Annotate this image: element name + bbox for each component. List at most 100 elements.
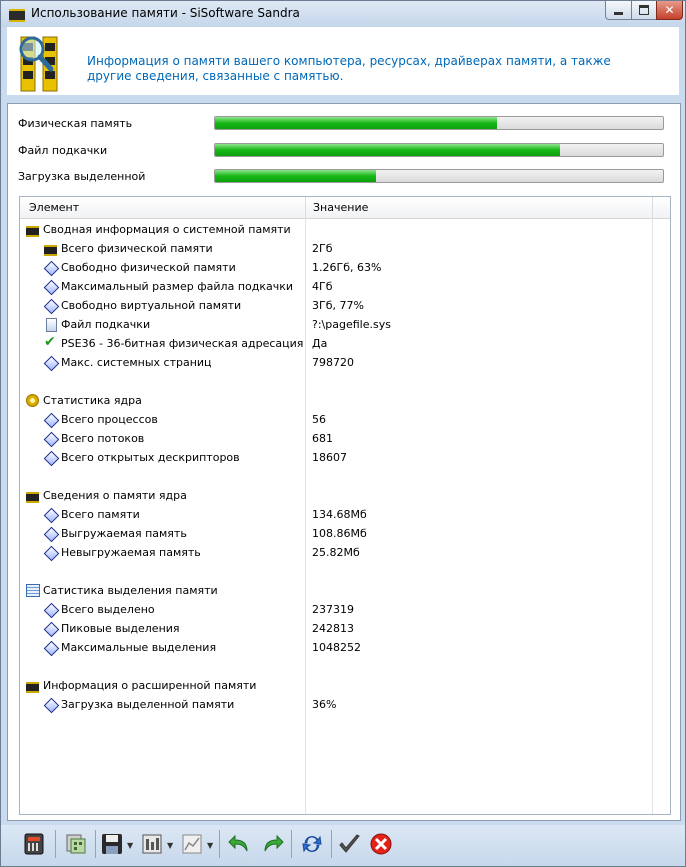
item-name: Всего памяти bbox=[61, 508, 140, 521]
table-icon bbox=[26, 584, 40, 597]
group-row[interactable]: Информация о расширенной памяти bbox=[20, 676, 652, 695]
list-item[interactable]: Всего памяти 134.68Мб bbox=[20, 505, 652, 524]
item-value: 237319 bbox=[312, 603, 354, 616]
item-name: Загрузка выделенной памяти bbox=[61, 698, 235, 711]
toolbar-separator bbox=[331, 830, 332, 858]
column-divider[interactable] bbox=[652, 197, 653, 218]
list-item[interactable]: ✔ PSE36 - 36-битная физическая адресация Д… bbox=[20, 334, 652, 353]
group-row[interactable]: Статистика ядра bbox=[20, 391, 652, 410]
group-row[interactable]: Сатистика выделения памяти bbox=[20, 581, 652, 600]
item-value: 681 bbox=[312, 432, 333, 445]
item-name: Всего потоков bbox=[61, 432, 145, 445]
list-item[interactable]: Невыгружаемая память 25.82Мб bbox=[20, 543, 652, 562]
toolbar-separator bbox=[219, 830, 220, 858]
column-header-item[interactable]: Элемент bbox=[29, 201, 79, 214]
list-item[interactable]: Всего процессов 56 bbox=[20, 410, 652, 429]
options-button[interactable] bbox=[139, 831, 165, 857]
toolbar-separator bbox=[55, 830, 56, 858]
diamond-icon bbox=[43, 621, 60, 638]
bar-label: Физическая память bbox=[18, 117, 133, 130]
minimize-button[interactable] bbox=[605, 1, 632, 20]
list-item[interactable]: Всего физической памяти 2Гб bbox=[20, 239, 652, 258]
report-button[interactable] bbox=[61, 831, 91, 857]
item-name: Пиковые выделения bbox=[61, 622, 180, 635]
memory-chip-icon bbox=[26, 682, 39, 693]
item-name: Максимальный размер файла подкачки bbox=[61, 280, 294, 293]
memory-magnifier-icon bbox=[19, 36, 58, 92]
item-name: Свободно физической памяти bbox=[61, 261, 236, 274]
title-bar[interactable]: Использование памяти - SiSoftware Sandra… bbox=[1, 1, 685, 27]
group-label: Сведения о памяти ядра bbox=[43, 489, 187, 502]
group-row[interactable]: Сведения о памяти ядра bbox=[20, 486, 652, 505]
close-icon: ✕ bbox=[664, 3, 675, 17]
progress-bar-track bbox=[214, 169, 664, 183]
ok-icon bbox=[339, 834, 360, 853]
chart-button[interactable] bbox=[179, 831, 205, 857]
diamond-icon bbox=[43, 640, 60, 657]
list-item[interactable]: Макс. системных страниц 798720 bbox=[20, 353, 652, 372]
group-row[interactable]: Сводная информация о системной памяти bbox=[20, 220, 652, 239]
list-item[interactable]: Максимальный размер файла подкачки 4Гб bbox=[20, 277, 652, 296]
chart-icon bbox=[182, 834, 202, 854]
cancel-icon bbox=[370, 833, 392, 855]
diamond-icon bbox=[43, 697, 60, 714]
item-value: 2Гб bbox=[312, 242, 333, 255]
item-value: 242813 bbox=[312, 622, 354, 635]
list-item[interactable]: Выгружаемая память 108.86Мб bbox=[20, 524, 652, 543]
window-title: Использование памяти - SiSoftware Sandra bbox=[31, 6, 300, 20]
save-dropdown-caret-icon[interactable]: ▼ bbox=[127, 841, 133, 850]
cancel-button[interactable] bbox=[367, 831, 395, 857]
list-item[interactable]: Пиковые выделения 242813 bbox=[20, 619, 652, 638]
app-window: Использование памяти - SiSoftware Sandra… bbox=[0, 0, 686, 867]
memory-chip-icon bbox=[26, 492, 39, 503]
minimize-icon bbox=[614, 11, 623, 15]
column-header-value[interactable]: Значение bbox=[313, 201, 368, 214]
list-item[interactable]: Всего потоков 681 bbox=[20, 429, 652, 448]
progress-bar-track bbox=[214, 143, 664, 157]
save-button[interactable] bbox=[99, 831, 125, 857]
bar-pagefile: Файл подкачки bbox=[18, 142, 668, 160]
column-divider[interactable] bbox=[305, 197, 306, 218]
forward-icon bbox=[264, 834, 284, 852]
back-button[interactable] bbox=[225, 831, 255, 857]
list-item[interactable]: Загрузка выделенной памяти 36% bbox=[20, 695, 652, 714]
item-value: 134.68Мб bbox=[312, 508, 367, 521]
save-icon bbox=[102, 834, 122, 854]
list-item[interactable]: Всего открытых дескрипторов 18607 bbox=[20, 448, 652, 467]
item-value: 18607 bbox=[312, 451, 347, 464]
diamond-icon bbox=[43, 298, 60, 315]
chart-dropdown-caret-icon[interactable]: ▼ bbox=[207, 841, 213, 850]
item-name: Файл подкачки bbox=[61, 318, 151, 331]
options-icon bbox=[142, 834, 162, 854]
hardware-button[interactable] bbox=[19, 831, 49, 857]
item-name: Макс. системных страниц bbox=[61, 356, 212, 369]
item-value: 1.26Гб, 63% bbox=[312, 261, 382, 274]
list-item[interactable]: Максимальные выделения 1048252 bbox=[20, 638, 652, 657]
item-value: 1048252 bbox=[312, 641, 361, 654]
file-icon bbox=[46, 318, 57, 332]
item-value: 3Гб, 77% bbox=[312, 299, 364, 312]
item-value: Да bbox=[312, 337, 328, 350]
options-dropdown-caret-icon[interactable]: ▼ bbox=[167, 841, 173, 850]
item-name: Выгружаемая память bbox=[61, 527, 187, 540]
progress-bar-fill bbox=[215, 170, 377, 182]
ok-button[interactable] bbox=[335, 831, 363, 857]
group-label: Информация о расширенной памяти bbox=[43, 679, 257, 692]
diamond-icon bbox=[43, 412, 60, 429]
item-name: Всего процессов bbox=[61, 413, 158, 426]
item-name: Свободно виртуальной памяти bbox=[61, 299, 242, 312]
info-list[interactable]: Элемент Значение Сводная информация о си… bbox=[19, 196, 671, 815]
list-item[interactable]: Всего выделено 237319 bbox=[20, 600, 652, 619]
content-panel: Физическая память Файл подкачки Загрузка… bbox=[7, 103, 681, 821]
close-button[interactable]: ✕ bbox=[656, 1, 683, 20]
gear-icon bbox=[26, 394, 39, 407]
refresh-button[interactable] bbox=[297, 831, 327, 857]
list-item[interactable]: Свободно виртуальной памяти 3Гб, 77% bbox=[20, 296, 652, 315]
maximize-button[interactable] bbox=[631, 1, 657, 20]
app-memory-icon bbox=[9, 9, 25, 22]
item-value: 108.86Мб bbox=[312, 527, 367, 540]
item-value: ?:\pagefile.sys bbox=[312, 318, 391, 331]
list-item[interactable]: Файл подкачки ?:\pagefile.sys bbox=[20, 315, 652, 334]
list-item[interactable]: Свободно физической памяти 1.26Гб, 63% bbox=[20, 258, 652, 277]
forward-button[interactable] bbox=[257, 831, 287, 857]
